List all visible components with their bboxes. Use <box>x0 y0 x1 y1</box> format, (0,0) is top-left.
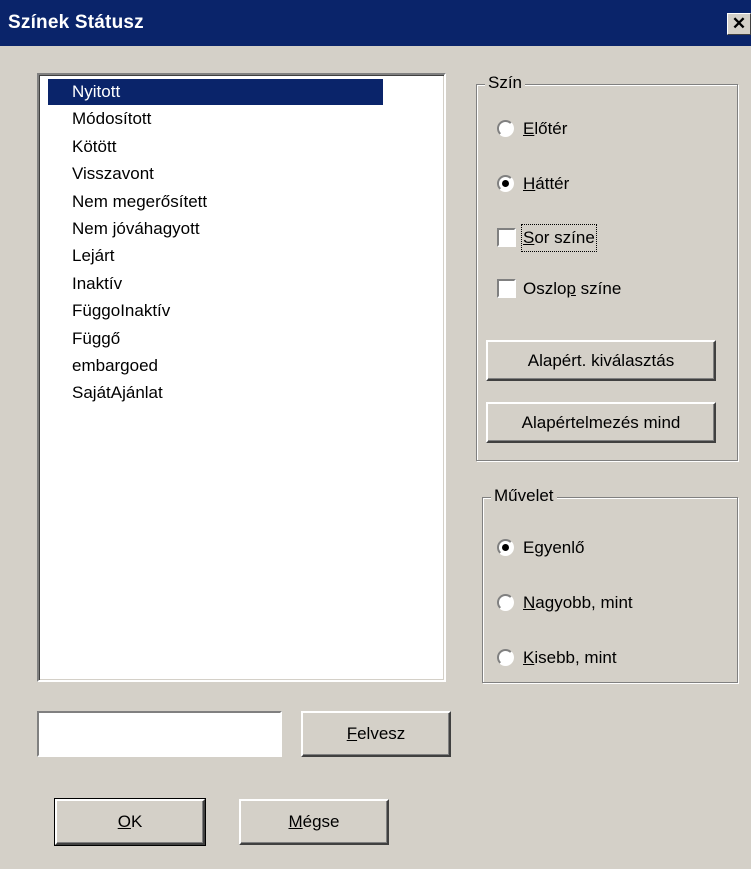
list-item[interactable]: Nyitott <box>48 79 383 105</box>
greater-label: Nagyobb, mint <box>523 591 633 615</box>
default-all-button[interactable]: Alapértelmezés mind <box>486 402 716 443</box>
add-button[interactable]: Felvesz <box>301 711 451 757</box>
title-bar: Színek Státusz ✕ <box>0 0 751 46</box>
column-color-checkbox-box[interactable] <box>497 279 516 298</box>
equal-radio-circle[interactable] <box>497 539 514 556</box>
close-icon: ✕ <box>731 14 747 33</box>
row-color-checkbox-box[interactable] <box>497 228 516 247</box>
column-color-label: Oszlop színe <box>523 277 621 301</box>
list-item[interactable]: Nem megerősített <box>48 189 383 215</box>
ok-button-rest: K <box>130 812 143 831</box>
ok-button[interactable]: OK <box>54 798 206 846</box>
list-item[interactable]: Nem jóváhagyott <box>48 216 383 242</box>
add-button-rest: elvesz <box>357 724 406 743</box>
list-item[interactable]: Kötött <box>48 134 383 160</box>
equal-label-pre: E <box>523 538 535 557</box>
list-item[interactable]: embargoed <box>48 353 383 379</box>
cancel-button-accel: M <box>288 812 303 831</box>
select-default-button[interactable]: Alapért. kiválasztás <box>486 340 716 381</box>
row-color-label: Sor színe <box>521 224 597 252</box>
list-item[interactable]: SajátAjánlat <box>48 380 383 406</box>
foreground-label-accel: E <box>523 119 535 138</box>
equal-label-accel: g <box>534 538 544 557</box>
close-button[interactable]: ✕ <box>727 13 751 35</box>
foreground-label: Előtér <box>523 117 567 141</box>
window-title: Színek Státusz <box>8 12 144 33</box>
background-label-rest: áttér <box>535 174 570 193</box>
greater-label-rest: agyobb, mint <box>535 593 633 612</box>
list-item[interactable]: Módosított <box>48 106 383 132</box>
row-color-label-accel: S <box>523 228 535 247</box>
greater-label-accel: N <box>523 593 536 612</box>
new-status-input[interactable] <box>37 711 282 757</box>
less-label-rest: isebb, mint <box>534 648 617 667</box>
equal-label-rest: yenlő <box>543 538 585 557</box>
list-item[interactable]: Függő <box>48 326 383 352</box>
column-color-label-accel: p <box>566 279 576 298</box>
foreground-radio-circle[interactable] <box>497 120 514 137</box>
column-color-label-pre: Oszlo <box>523 279 567 298</box>
cancel-button[interactable]: Mégse <box>239 799 389 845</box>
foreground-label-rest: lőtér <box>534 119 568 138</box>
radio-selected-dot <box>502 544 509 551</box>
background-label-accel: H <box>523 174 536 193</box>
operation-group-title: Művelet <box>491 486 557 506</box>
less-radio-circle[interactable] <box>497 649 514 666</box>
greater-radio-circle[interactable] <box>497 594 514 611</box>
list-item[interactable]: Lejárt <box>48 243 383 269</box>
less-label-accel: K <box>523 648 535 667</box>
background-radio-circle[interactable] <box>497 175 514 192</box>
list-item[interactable]: FüggoInaktív <box>48 298 383 324</box>
row-color-label-rest: or színe <box>534 228 595 247</box>
less-label: Kisebb, mint <box>523 646 617 670</box>
cancel-button-rest: égse <box>302 812 340 831</box>
equal-label: Egyenlő <box>523 536 584 560</box>
background-label: Háttér <box>523 172 569 196</box>
status-colors-dialog: Színek Státusz ✕ Nyitott Módosított Kötött… <box>0 0 751 869</box>
ok-button-accel: O <box>117 812 131 831</box>
list-item[interactable]: Visszavont <box>48 161 383 187</box>
add-button-accel: F <box>346 724 358 743</box>
column-color-label-rest: színe <box>575 279 622 298</box>
color-group-title: Szín <box>485 73 526 93</box>
list-item[interactable]: Inaktív <box>48 271 383 297</box>
radio-selected-dot <box>502 180 509 187</box>
